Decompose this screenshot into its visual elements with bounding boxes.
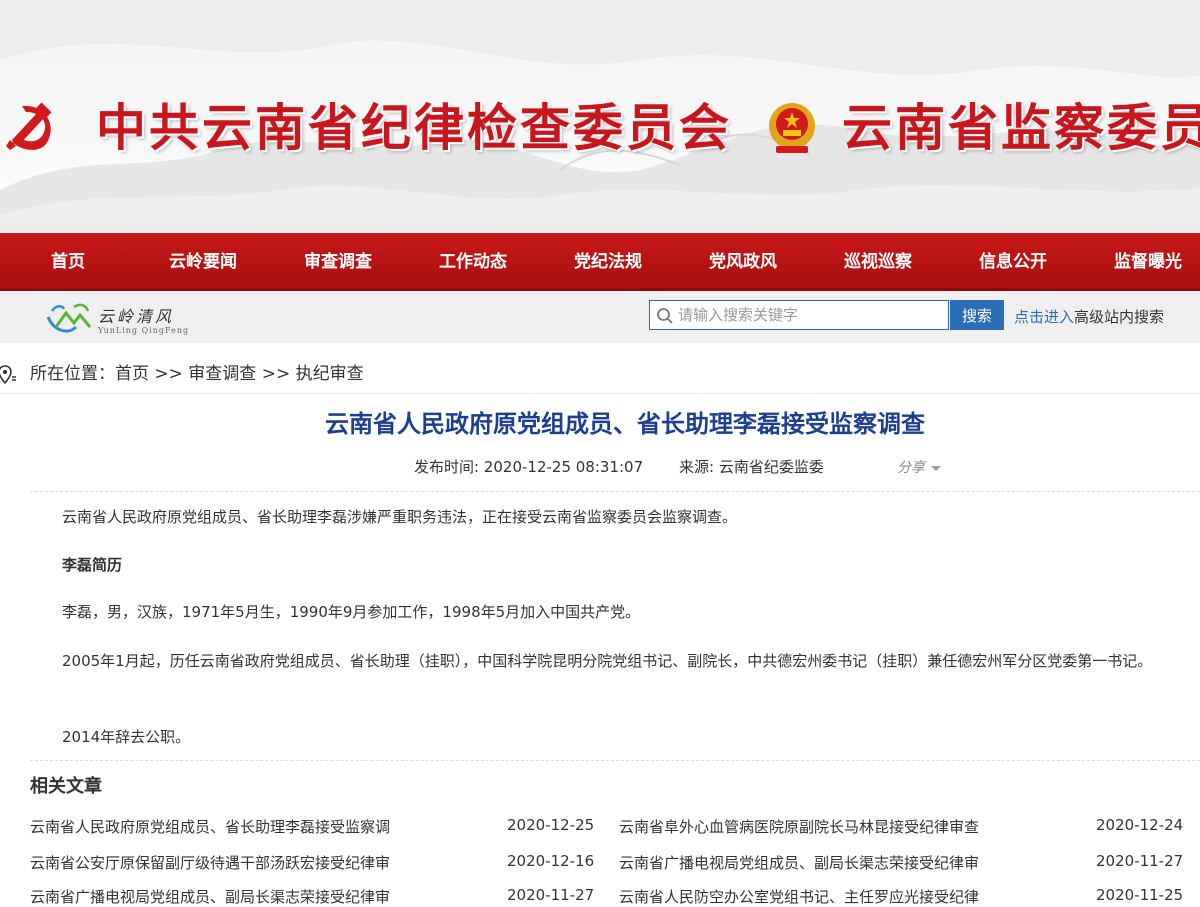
breadcrumb-separator: >>	[149, 364, 189, 384]
article-paragraph: 云南省人民政府原党组成员、省长助理李磊涉嫌严重职务违法，正在接受云南省监察委员会…	[62, 508, 738, 526]
related-article-link[interactable]: 云南省公安厅原保留副厅级待遇干部汤跃宏接受纪律审	[30, 852, 430, 873]
breadcrumb-separator: >>	[256, 364, 296, 384]
sub-header-bar: 云岭清风 YunLing QingFeng 搜索 点击进入高级站内搜索	[0, 291, 1200, 343]
logo-mountain-icon	[46, 303, 92, 333]
nav-item-investigation[interactable]: 审查调查	[278, 233, 398, 288]
nav-item-inspection[interactable]: 巡视巡察	[818, 233, 938, 288]
nav-item-home[interactable]: 首页	[8, 233, 128, 288]
article-subheading: 李磊简历	[62, 556, 123, 574]
nav-item-work-updates[interactable]: 工作动态	[413, 233, 533, 288]
related-article-link[interactable]: 云南省人民政府原党组成员、省长助理李磊接受监察调	[30, 816, 430, 837]
related-article-link[interactable]: 云南省广播电视局党组成员、副局长渠志荣接受纪律审	[30, 886, 430, 907]
nav-item-yunling-news[interactable]: 云岭要闻	[143, 233, 263, 288]
related-article-date: 2020-12-16	[507, 852, 595, 870]
party-emblem-icon	[2, 96, 60, 158]
divider	[0, 393, 1200, 394]
main-nav: 首页 云岭要闻 审查调查 工作动态 党纪法规 党风政风 巡视巡察 信息公开 监督…	[0, 233, 1200, 291]
breadcrumb-discipline-review[interactable]: 执纪审查	[296, 364, 364, 384]
related-heading: 相关文章	[30, 776, 102, 797]
article-source: 来源: 云南省纪委监委	[679, 458, 824, 476]
article-paragraph: 李磊，男，汉族，1971年5月生，1990年9月参加工作，1998年5月加入中国…	[62, 603, 641, 621]
divider	[30, 491, 1200, 492]
national-emblem-icon	[766, 100, 818, 160]
related-article-link[interactable]: 云南省阜外心血管病医院原副院长马林昆接受纪律审查	[619, 816, 1019, 837]
caret-down-icon	[931, 465, 941, 471]
search-icon	[657, 308, 673, 324]
related-article-date: 2020-12-25	[507, 816, 595, 834]
advanced-search-text: 高级站内搜索	[1074, 308, 1165, 326]
article-paragraph: 2014年辞去公职。	[62, 728, 191, 746]
advanced-search-link[interactable]: 点击进入	[1014, 308, 1074, 326]
nav-item-conduct[interactable]: 党风政风	[683, 233, 803, 288]
location-pin-icon	[0, 365, 16, 385]
breadcrumb-home[interactable]: 首页	[115, 364, 149, 384]
share-label: 分享	[897, 460, 925, 476]
nav-item-exposure[interactable]: 监督曝光	[1088, 233, 1200, 288]
article-title: 云南省人民政府原党组成员、省长助理李磊接受监察调查	[325, 410, 925, 438]
related-article-link[interactable]: 云南省广播电视局党组成员、副局长渠志荣接受纪律审	[619, 852, 1019, 873]
divider	[30, 760, 1200, 761]
related-article-date: 2020-11-25	[1096, 886, 1184, 904]
related-article-date: 2020-11-27	[1096, 852, 1184, 870]
share-button[interactable]: 分享	[897, 457, 941, 477]
banner-title-left: 中共云南省纪律检查委员会	[96, 98, 732, 157]
nav-item-party-rules[interactable]: 党纪法规	[548, 233, 668, 288]
breadcrumb-investigation[interactable]: 审查调查	[188, 364, 256, 384]
logo-pinyin-text: YunLing QingFeng	[98, 326, 190, 335]
breadcrumb-prefix: 所在位置：	[30, 364, 115, 384]
search-button[interactable]: 搜索	[950, 300, 1004, 330]
search-input[interactable]	[678, 301, 944, 329]
search-box	[649, 300, 949, 330]
related-article-link[interactable]: 云南省人民防空办公室党组书记、主任罗应光接受纪律	[619, 886, 1019, 907]
nav-item-info-disclosure[interactable]: 信息公开	[953, 233, 1073, 288]
publish-time: 发布时间: 2020-12-25 08:31:07	[414, 458, 644, 476]
site-banner: 中共云南省纪律检查委员会 云南省监察委员会	[0, 0, 1200, 233]
site-logo[interactable]: 云岭清风 YunLing QingFeng	[46, 299, 206, 339]
article-paragraph: 2005年1月起，历任云南省政府党组成员、省长助理（挂职），中国科学院昆明分院党…	[62, 652, 1153, 670]
related-article-date: 2020-11-27	[507, 886, 595, 904]
logo-script-text: 云岭清风	[98, 307, 175, 326]
advanced-search: 点击进入高级站内搜索	[1014, 306, 1164, 327]
related-article-date: 2020-12-24	[1096, 816, 1184, 834]
banner-title-right: 云南省监察委员会	[842, 98, 1200, 157]
